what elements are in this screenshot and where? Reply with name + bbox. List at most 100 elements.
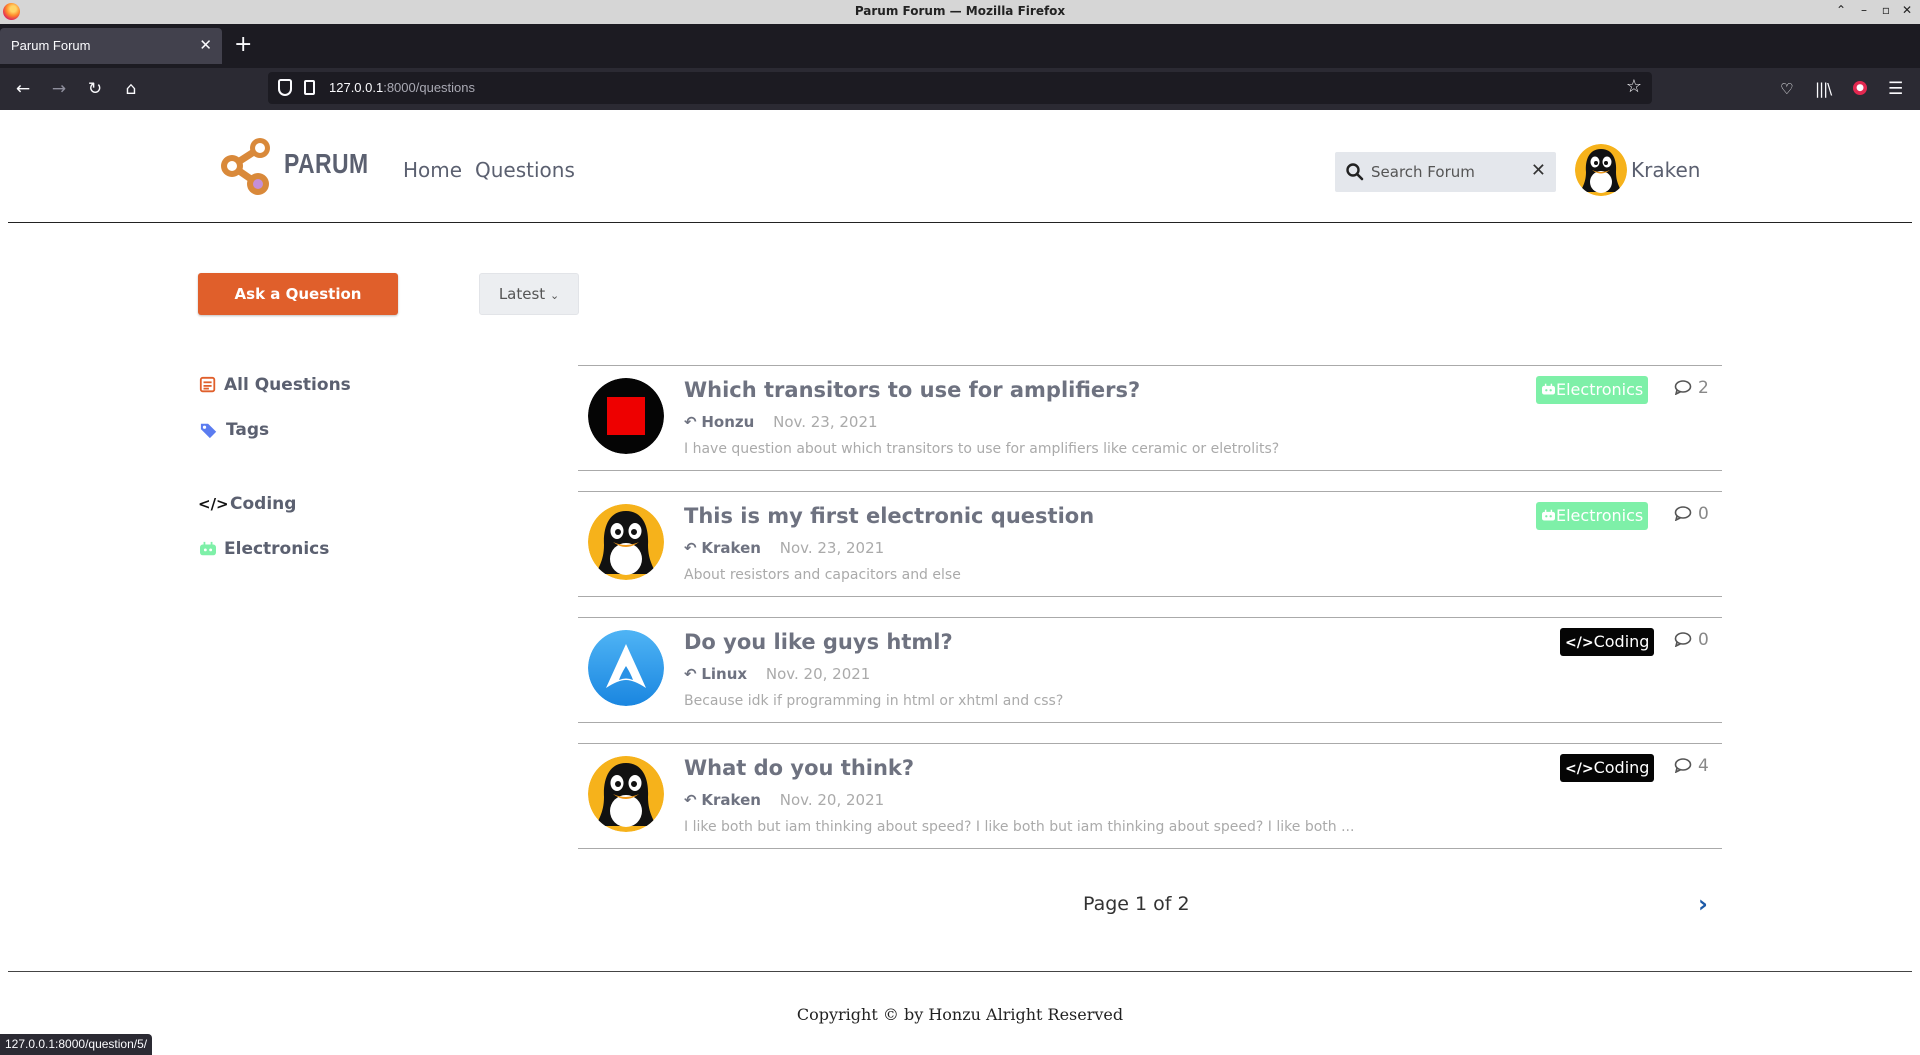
reload-icon[interactable]: ↻	[84, 78, 106, 100]
tag-label: Coding	[1593, 758, 1650, 777]
robot-icon	[200, 541, 216, 556]
question-excerpt: About resistors and capacitors and else	[684, 567, 961, 583]
sidebar-item-label: Coding	[230, 494, 297, 514]
sidebar-item-label: All Questions	[224, 375, 351, 395]
header-divider	[8, 222, 1912, 223]
comment-icon	[1674, 380, 1692, 395]
comment-count: 0	[1674, 504, 1709, 524]
question-title[interactable]: What do you think?	[684, 756, 914, 780]
question-date: Nov. 23, 2021	[779, 539, 885, 557]
page-info-icon[interactable]	[304, 80, 315, 95]
new-tab-icon[interactable]: +	[234, 32, 252, 58]
code-icon: </>	[1565, 761, 1594, 777]
user-name[interactable]: Kraken	[1631, 158, 1700, 182]
tag-label: Coding	[1593, 632, 1650, 651]
question-author[interactable]: Linux	[701, 665, 747, 683]
comment-count: 2	[1674, 378, 1709, 398]
comment-icon	[1674, 632, 1692, 647]
site-header: PARUM Home Questions ✕ Kraken	[0, 110, 1920, 222]
nav-questions-link[interactable]: Questions	[475, 158, 575, 182]
search-input[interactable]	[1371, 161, 1521, 183]
window-minimize-icon[interactable]: –	[1856, 3, 1872, 17]
robot-icon	[1542, 509, 1555, 521]
sort-label: Latest	[498, 285, 546, 303]
tag-label: Electronics	[1556, 506, 1644, 525]
address-bar[interactable]: 127.0.0.1:8000/questions ☆	[268, 72, 1652, 104]
tab-close-icon[interactable]: ✕	[199, 36, 212, 54]
question-meta: ↶ Linux Nov. 20, 2021	[684, 665, 870, 683]
sidebar-item-coding[interactable]: </>Coding	[198, 494, 296, 514]
pagination-label: Page 1 of 2	[1083, 893, 1190, 915]
forward-icon[interactable]: →	[48, 78, 70, 100]
tab-strip: Parum Forum ✕ +	[0, 24, 1920, 68]
sidebar-item-label: Electronics	[224, 539, 330, 559]
library-icon[interactable]: |||\	[1815, 78, 1832, 100]
comment-count: 0	[1674, 630, 1709, 650]
question-row[interactable]: This is my first electronic question ↶ K…	[578, 491, 1722, 597]
address-path: :8000/questions	[383, 80, 476, 95]
sort-latest-dropdown[interactable]: Latest ⌄	[479, 273, 579, 315]
sidebar-item-tags[interactable]: Tags	[198, 420, 269, 440]
reply-icon: ↶	[684, 413, 697, 431]
reply-icon: ↶	[684, 791, 697, 809]
comment-count-value: 4	[1698, 756, 1709, 776]
search-box: ✕	[1335, 152, 1556, 192]
question-author[interactable]: Kraken	[701, 539, 761, 557]
tag-badge-electronics[interactable]: Electronics	[1536, 376, 1649, 404]
window-maximize-icon[interactable]: ▫	[1878, 3, 1894, 17]
tracking-shield-icon[interactable]	[278, 79, 292, 96]
comment-count-value: 0	[1698, 504, 1709, 524]
question-date: Nov. 20, 2021	[765, 665, 871, 683]
question-author[interactable]: Honzu	[701, 413, 754, 431]
back-icon[interactable]: ←	[12, 78, 34, 100]
robot-icon	[1542, 383, 1555, 395]
tab-parum-forum[interactable]: Parum Forum ✕	[0, 28, 222, 64]
footer-divider	[8, 971, 1912, 972]
question-row[interactable]: What do you think? ↶ Kraken Nov. 20, 202…	[578, 743, 1722, 849]
extension-icon[interactable]: ●	[1853, 81, 1867, 95]
question-excerpt: Because idk if programming in html or xh…	[684, 693, 1064, 709]
nav-home-link[interactable]: Home	[403, 158, 462, 182]
comment-count-value: 0	[1698, 630, 1709, 650]
user-avatar[interactable]	[1575, 144, 1627, 196]
question-title[interactable]: Which transitors to use for amplifiers?	[684, 378, 1140, 402]
window-close-icon[interactable]: ✕	[1899, 3, 1915, 17]
question-meta: ↶ Kraken Nov. 20, 2021	[684, 791, 884, 809]
question-author[interactable]: Kraken	[701, 791, 761, 809]
comment-icon	[1674, 506, 1692, 521]
question-title[interactable]: This is my first electronic question	[684, 504, 1094, 528]
tag-badge-coding[interactable]: </>Coding	[1560, 754, 1655, 782]
question-title[interactable]: Do you like guys html?	[684, 630, 953, 654]
search-icon[interactable]	[1345, 162, 1365, 182]
tag-badge-electronics[interactable]: Electronics	[1536, 502, 1649, 530]
pocket-icon[interactable]: ♡	[1780, 78, 1793, 100]
question-row[interactable]: Which transitors to use for amplifiers? …	[578, 365, 1722, 471]
tab-label: Parum Forum	[11, 38, 91, 53]
penguin-avatar[interactable]	[588, 756, 664, 832]
list-icon	[199, 376, 216, 393]
question-excerpt: I like both but iam thinking about speed…	[684, 819, 1355, 835]
penguin-avatar[interactable]	[588, 504, 664, 580]
menu-icon[interactable]: ☰	[1888, 78, 1903, 100]
search-clear-icon[interactable]: ✕	[1531, 160, 1546, 181]
address-url[interactable]: 127.0.0.1:8000/questions	[329, 80, 475, 95]
red-square-avatar[interactable]	[588, 378, 664, 454]
comment-icon	[1674, 758, 1692, 773]
status-bar-url: 127.0.0.1:8000/question/5/	[0, 1034, 153, 1055]
code-icon: </>	[1565, 635, 1594, 651]
sidebar-item-all-questions[interactable]: All Questions	[198, 375, 351, 395]
arch-avatar[interactable]	[588, 630, 664, 706]
chevron-right-icon[interactable]: ›	[1698, 890, 1708, 918]
home-icon[interactable]: ⌂	[120, 78, 142, 100]
comment-count: 4	[1674, 756, 1709, 776]
window-collapse-icon[interactable]: ⌃	[1833, 3, 1849, 17]
question-row[interactable]: Do you like guys html? ↶ Linux Nov. 20, …	[578, 617, 1722, 723]
parum-logo-icon[interactable]	[218, 136, 276, 198]
comment-count-value: 2	[1698, 378, 1709, 398]
ask-question-button[interactable]: Ask a Question	[198, 273, 398, 315]
sidebar-item-electronics[interactable]: Electronics	[198, 539, 329, 559]
bookmark-star-icon[interactable]: ☆	[1626, 76, 1642, 97]
window-titlebar: Parum Forum — Mozilla Firefox ⌃ – ▫ ✕	[0, 0, 1920, 24]
tag-badge-coding[interactable]: </>Coding	[1560, 628, 1655, 656]
brand-name[interactable]: PARUM	[284, 148, 369, 180]
